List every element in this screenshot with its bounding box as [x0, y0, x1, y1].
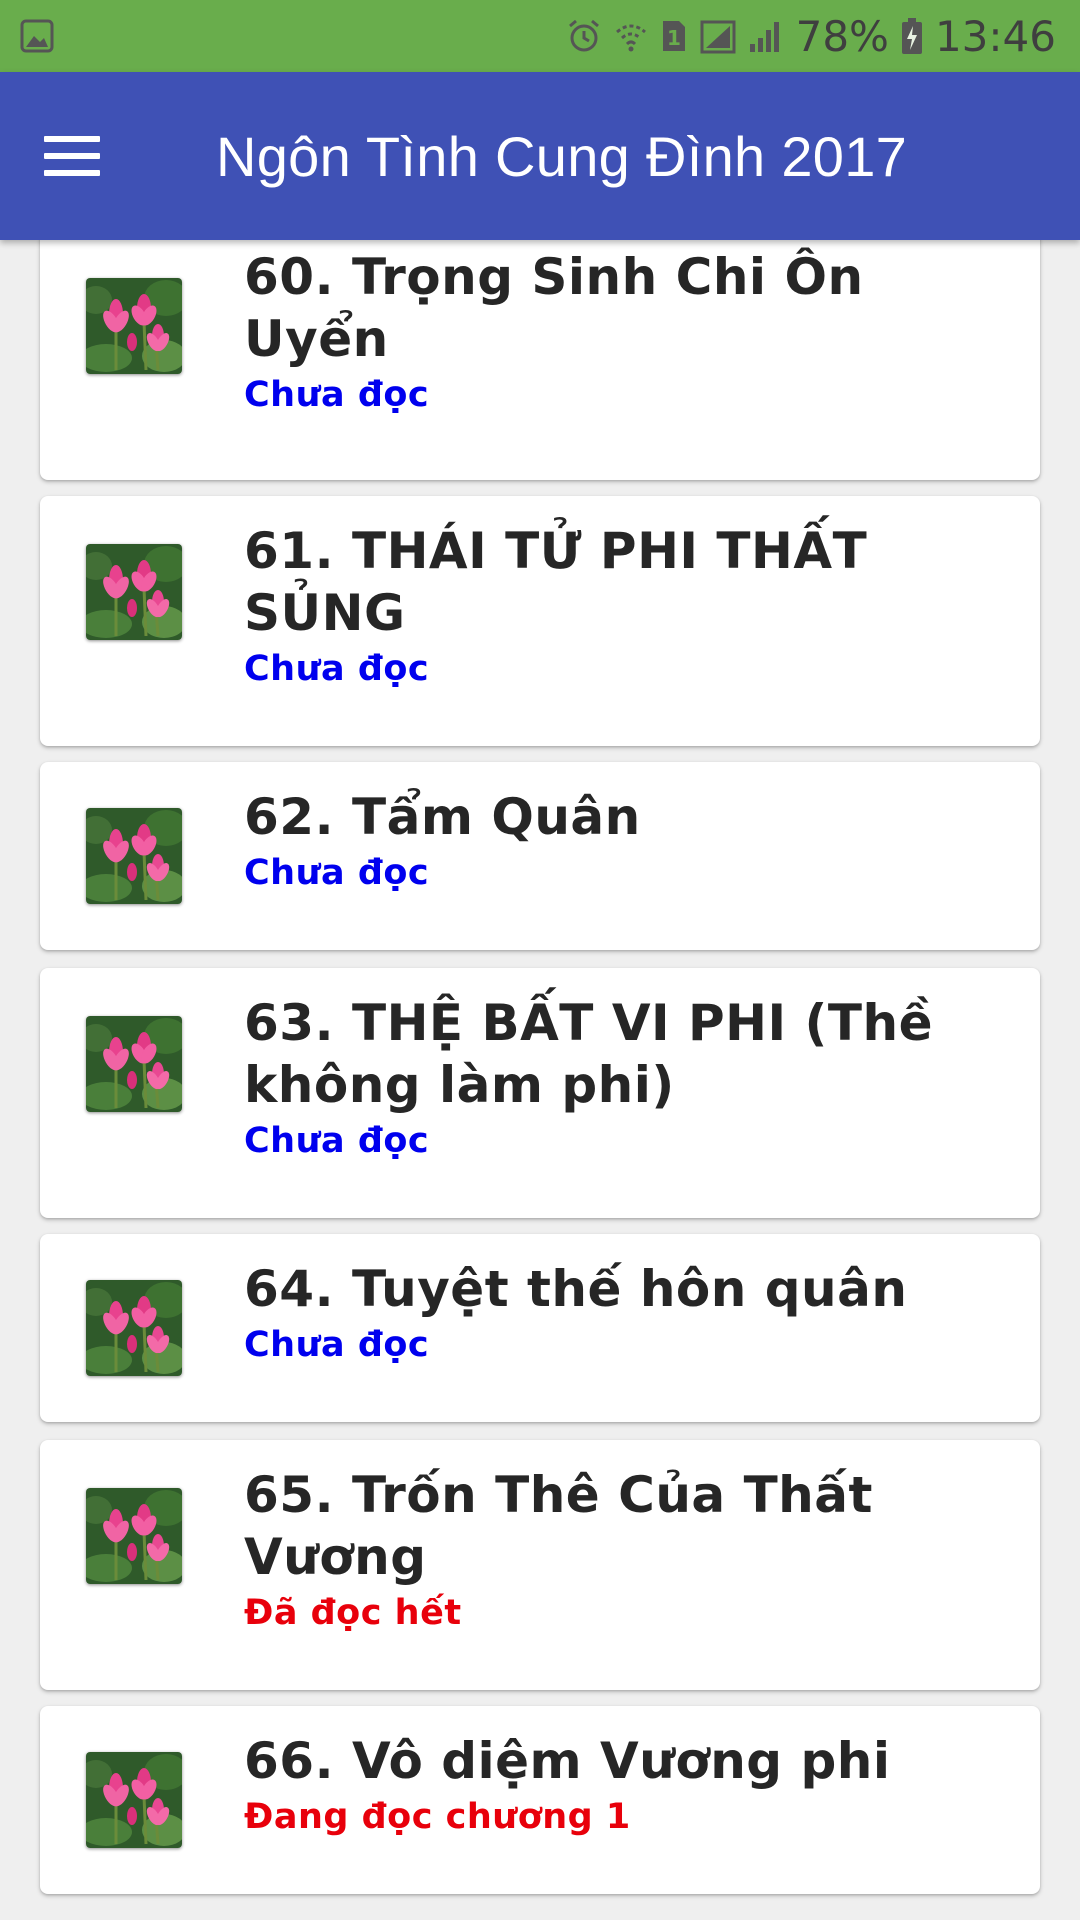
status-bar: 1 78% 13:46	[0, 0, 1080, 72]
wifi-icon	[614, 18, 648, 54]
image-icon	[20, 19, 54, 53]
app-title: Ngôn Tình Cung Đình 2017	[216, 124, 908, 188]
lotus-flower-thumbnail	[86, 1280, 182, 1376]
story-status: Chưa đọc	[244, 649, 430, 689]
lotus-flower-thumbnail	[86, 808, 182, 904]
signal-icon	[748, 18, 784, 54]
story-title: 60. Trọng Sinh Chi Ôn Uyển	[244, 248, 864, 368]
clock: 13:46	[934, 11, 1056, 61]
story-title: 64. Tuyệt thế hôn quân	[244, 1260, 908, 1318]
hamburger-menu-button[interactable]	[0, 72, 144, 240]
sim-icon: 1	[660, 18, 688, 54]
story-card[interactable]: 65. Trốn Thê Của Thất Vương Đã đọc hết	[40, 1440, 1040, 1690]
lotus-flower-thumbnail	[86, 1016, 182, 1112]
story-status: Đã đọc hết	[244, 1593, 462, 1633]
story-card[interactable]: 66. Vô diệm Vương phi Đang đọc chương 1	[40, 1706, 1040, 1894]
lotus-flower-thumbnail	[86, 1752, 182, 1848]
app-bar: Ngôn Tình Cung Đình 2017	[0, 72, 1080, 240]
story-title: 62. Tẩm Quân	[244, 788, 641, 846]
alarm-icon	[566, 18, 602, 54]
hamburger-menu-icon	[44, 136, 100, 176]
story-list[interactable]: 60. Trọng Sinh Chi Ôn Uyển Chưa đọc 61. …	[0, 240, 1080, 1920]
lotus-flower-thumbnail	[86, 1488, 182, 1584]
story-card[interactable]: 64. Tuyệt thế hôn quân Chưa đọc	[40, 1234, 1040, 1422]
story-card[interactable]: 61. THÁI TỬ PHI THẤT SỦNG Chưa đọc	[40, 496, 1040, 746]
battery-percentage: 78%	[795, 11, 889, 61]
signal-icon	[700, 18, 736, 54]
story-card[interactable]: 63. THỆ BẤT VI PHI (Thề không làm phi) C…	[40, 968, 1040, 1218]
battery-charging-icon	[901, 17, 923, 55]
story-title: 66. Vô diệm Vương phi	[244, 1732, 891, 1790]
story-status: Chưa đọc	[244, 853, 430, 893]
lotus-flower-thumbnail	[86, 544, 182, 640]
story-status: Chưa đọc	[244, 1325, 430, 1365]
story-title: 63. THỆ BẤT VI PHI (Thề không làm phi)	[244, 994, 933, 1114]
story-status: Chưa đọc	[244, 1121, 430, 1161]
story-card[interactable]: 62. Tẩm Quân Chưa đọc	[40, 762, 1040, 950]
story-status: Đang đọc chương 1	[244, 1797, 631, 1837]
story-title: 65. Trốn Thê Của Thất Vương	[244, 1466, 873, 1586]
story-card[interactable]: 60. Trọng Sinh Chi Ôn Uyển Chưa đọc	[40, 240, 1040, 480]
story-status: Chưa đọc	[244, 375, 430, 415]
lotus-flower-thumbnail	[86, 278, 182, 374]
story-title: 61. THÁI TỬ PHI THẤT SỦNG	[244, 522, 868, 642]
sim-slot-label: 1	[667, 26, 681, 50]
